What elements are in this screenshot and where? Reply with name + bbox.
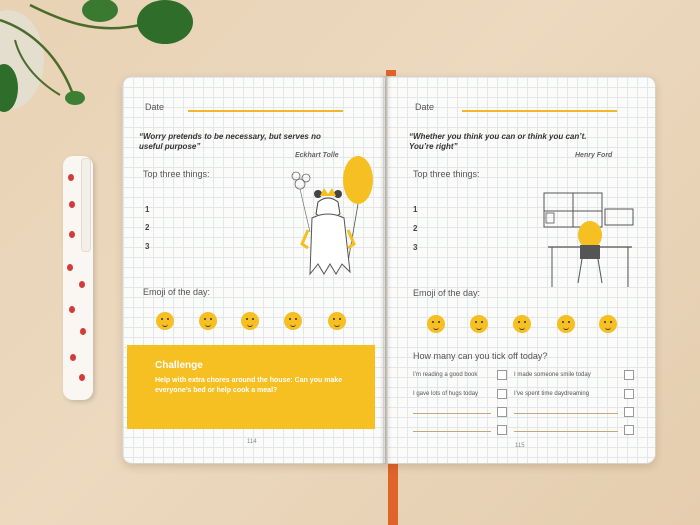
emoji-face[interactable]	[284, 312, 302, 330]
leaf	[137, 0, 193, 44]
checkbox[interactable]	[497, 370, 507, 380]
book-spine	[380, 76, 392, 464]
checkbox[interactable]	[497, 425, 507, 435]
checkbox[interactable]	[624, 407, 634, 417]
bookmark-ribbon	[388, 460, 398, 525]
item-number: 3	[145, 242, 150, 251]
pen-dot	[79, 374, 85, 381]
left-page: Date “Worry pretends to be necessary, bu…	[122, 76, 386, 464]
emoji-face[interactable]	[241, 312, 259, 330]
date-line	[462, 110, 617, 112]
quote: “Whether you think you can or think you …	[409, 132, 587, 151]
emoji-face[interactable]	[557, 315, 575, 333]
item-number: 3	[413, 243, 418, 252]
checkbox[interactable]	[624, 425, 634, 435]
top-three-label: Top three things:	[413, 169, 480, 179]
emoji-face[interactable]	[470, 315, 488, 333]
pen-dot	[69, 231, 75, 238]
date-label: Date	[415, 102, 435, 112]
desk-illustration	[543, 192, 634, 287]
date-line	[188, 110, 343, 112]
pen-clip	[81, 158, 91, 252]
tick-item: I’ve spent time daydreaming	[514, 391, 590, 397]
write-line[interactable]	[514, 431, 618, 432]
quote: “Worry pretends to be necessary, but ser…	[139, 132, 321, 151]
item-number: 1	[413, 205, 418, 214]
emoji-face[interactable]	[328, 312, 346, 330]
pen-dot	[69, 201, 75, 208]
challenge-box: Challenge Help with extra chores around …	[127, 345, 375, 429]
tick-item: I’m reading a good book	[413, 372, 478, 378]
write-line[interactable]	[413, 413, 491, 414]
emoji-label: Emoji of the day:	[413, 288, 481, 298]
item-number: 2	[145, 223, 150, 232]
emoji-face[interactable]	[156, 312, 174, 330]
quote-author: Henry Ford	[575, 152, 613, 159]
checkbox[interactable]	[497, 407, 507, 417]
emoji-face[interactable]	[199, 312, 217, 330]
top-three-label: Top three things:	[143, 169, 210, 179]
tick-title: How many can you tick off today?	[413, 351, 548, 361]
write-line[interactable]	[413, 431, 491, 432]
checkbox[interactable]	[624, 370, 634, 380]
pen-dot	[70, 354, 76, 361]
date-label: Date	[145, 102, 165, 112]
tick-item: I made someone smile today	[514, 372, 591, 378]
pen-dot	[67, 264, 73, 271]
checkbox[interactable]	[624, 389, 634, 399]
leaf	[65, 91, 85, 105]
pen-dot	[79, 281, 85, 288]
pen-dot	[68, 174, 74, 181]
pen-dot	[69, 306, 75, 313]
strawberry-pen	[63, 156, 93, 400]
checkbox[interactable]	[497, 389, 507, 399]
page-number: 115	[515, 443, 525, 449]
right-page: Date “Whether you think you can or think…	[386, 76, 656, 464]
emoji-face[interactable]	[427, 315, 445, 333]
leaf	[82, 0, 118, 22]
emoji-face[interactable]	[513, 315, 531, 333]
emoji-label: Emoji of the day:	[143, 287, 211, 297]
item-number: 2	[413, 224, 418, 233]
pen-dot	[80, 328, 86, 335]
challenge-text: Help with extra chores around the house:…	[155, 377, 343, 394]
item-number: 1	[145, 205, 150, 214]
challenge-title: Challenge	[155, 360, 203, 371]
tick-item: I gave lots of hugs today	[413, 391, 479, 397]
page-number: 114	[247, 439, 257, 445]
emoji-face[interactable]	[599, 315, 617, 333]
write-line[interactable]	[514, 413, 618, 414]
ghost-bear-illustration	[291, 156, 373, 276]
